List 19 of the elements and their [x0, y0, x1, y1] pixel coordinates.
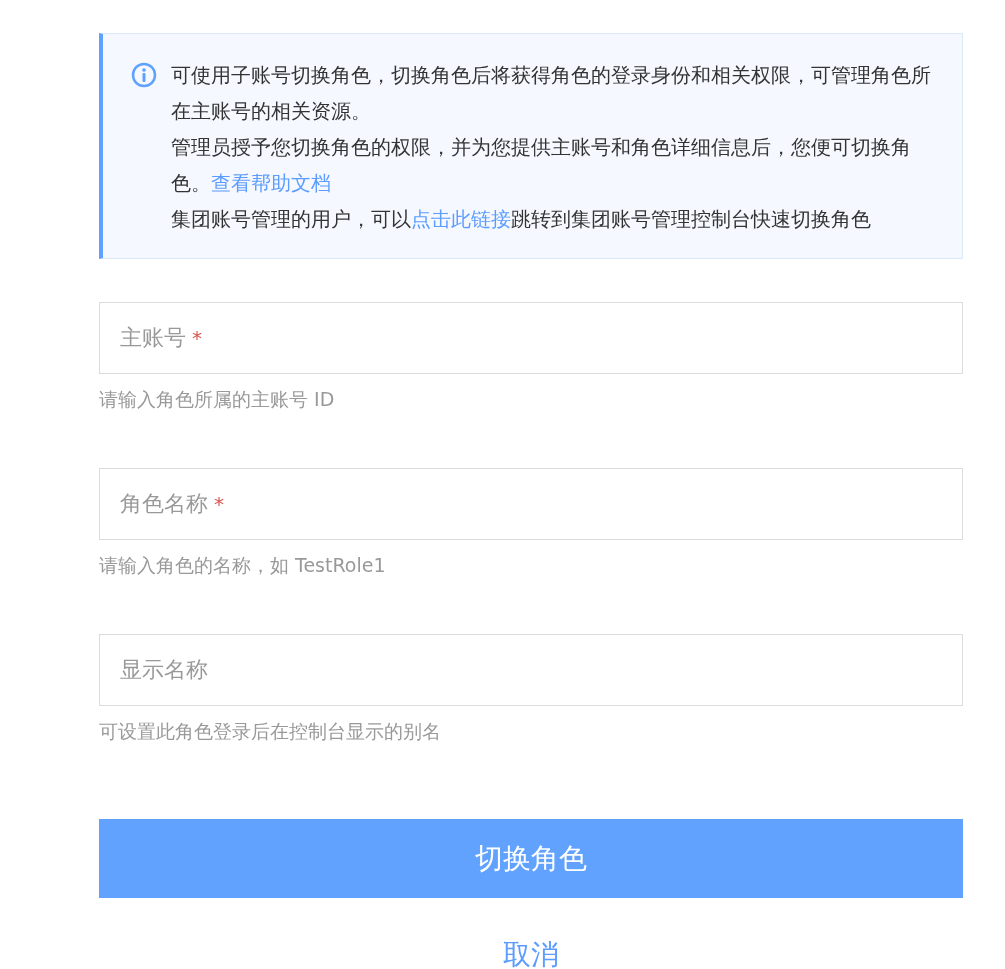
field-hint: 可设置此角色登录后在控制台显示的别名	[99, 719, 441, 744]
required-mark: *	[214, 492, 224, 516]
notice-paragraph: 管理员授予您切换角色的权限，并为您提供主账号和角色详细信息后，您便可切换角色。查看帮助文档	[171, 135, 912, 197]
field-hint: 请输入角色所属的主账号 ID	[99, 387, 335, 412]
input-field[interactable]: 主账号 *	[99, 302, 963, 374]
field-label: 显示名称	[120, 656, 208, 684]
field-label: 主账号	[120, 324, 186, 352]
required-mark: *	[192, 326, 202, 350]
input-field[interactable]: 显示名称	[99, 634, 963, 706]
notice-paragraph: 集团账号管理的用户，可以点击此链接跳转到集团账号管理控制台快速切换角色	[171, 207, 872, 233]
field-label: 角色名称	[120, 490, 208, 518]
notice-paragraph: 可使用子账号切换角色，切换角色后将获得角色的登录身份和相关权限，可管理角色所在主账号的相关资源。	[171, 63, 932, 125]
cancel-link[interactable]: 取消	[503, 936, 559, 969]
help-link[interactable]: 点击此链接	[411, 208, 511, 231]
help-link[interactable]: 查看帮助文档	[211, 172, 331, 195]
info-icon	[131, 62, 157, 88]
switch-role-button[interactable]: 切换角色	[99, 819, 963, 898]
input-field[interactable]: 角色名称 *	[99, 468, 963, 540]
field-hint: 请输入角色的名称，如 TestRole1	[99, 553, 386, 578]
